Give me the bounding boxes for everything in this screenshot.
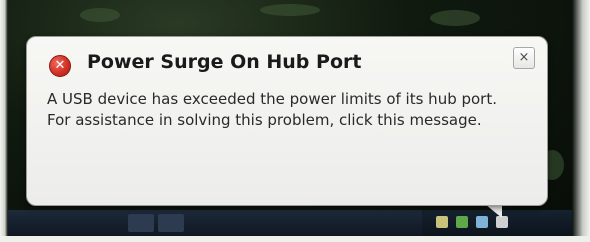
desktop-background-detail: [260, 4, 320, 16]
notification-title: Power Surge On Hub Port: [87, 51, 362, 73]
photo-frame-edge: [572, 0, 590, 242]
notification-message[interactable]: A USB device has exceeded the power limi…: [47, 89, 533, 131]
message-line-1: A USB device has exceeded the power limi…: [47, 90, 497, 108]
desktop-background-detail: [80, 8, 120, 22]
message-line-2: For assistance in solving this problem, …: [47, 111, 482, 129]
desktop-background-detail: [430, 10, 480, 26]
notification-balloon[interactable]: ✕ Power Surge On Hub Port × A USB device…: [26, 36, 548, 206]
tray-icon[interactable]: [436, 216, 448, 228]
error-icon: ✕: [49, 55, 71, 77]
taskbar-button[interactable]: [158, 214, 184, 232]
photo-frame-edge: [0, 0, 8, 242]
tray-icon[interactable]: [456, 216, 468, 228]
taskbar-button[interactable]: [128, 214, 154, 232]
close-button[interactable]: ×: [513, 47, 535, 69]
photo-frame-edge: [0, 236, 590, 242]
desktop-screen: ✕ Power Surge On Hub Port × A USB device…: [0, 0, 590, 242]
